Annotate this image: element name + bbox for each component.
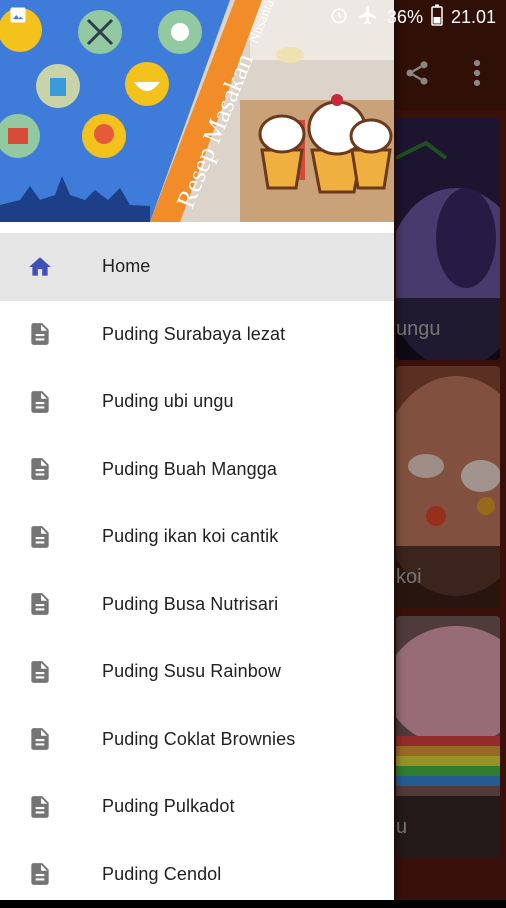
menu-item-label: Home xyxy=(102,256,150,277)
document-icon xyxy=(27,591,53,617)
document-icon xyxy=(27,794,53,820)
image-notification-icon xyxy=(8,5,28,30)
document-icon xyxy=(27,456,53,482)
menu-item-puding-ubi-ungu[interactable]: Puding ubi ungu xyxy=(0,368,394,436)
navigation-drawer: Resep Masakan Nusantara Home Puding Sura… xyxy=(0,0,394,900)
menu-item-puding-buah-mangga[interactable]: Puding Buah Mangga xyxy=(0,436,394,504)
menu-item-puding-pulkadot[interactable]: Puding Pulkadot xyxy=(0,773,394,841)
menu-item-puding-coklat-brownies[interactable]: Puding Coklat Brownies xyxy=(0,706,394,774)
battery-percentage: 36% xyxy=(387,7,423,28)
menu-item-home[interactable]: Home xyxy=(0,233,394,301)
document-icon xyxy=(27,524,53,550)
menu-item-puding-surabaya[interactable]: Puding Surabaya lezat xyxy=(0,301,394,369)
drawer-scrim[interactable] xyxy=(394,0,506,900)
menu-item-puding-susu-rainbow[interactable]: Puding Susu Rainbow xyxy=(0,638,394,706)
menu-item-label: Puding Coklat Brownies xyxy=(102,729,295,750)
menu-item-label: Puding Pulkadot xyxy=(102,796,235,817)
menu-item-puding-busa-nutrisari[interactable]: Puding Busa Nutrisari xyxy=(0,571,394,639)
document-icon xyxy=(27,861,53,887)
document-icon xyxy=(27,726,53,752)
menu-item-label: Puding ubi ungu xyxy=(102,391,234,412)
menu-item-label: Puding Buah Mangga xyxy=(102,459,277,480)
status-bar: 36% 21.01 xyxy=(0,0,506,34)
document-icon xyxy=(27,659,53,685)
menu-item-label: Puding Surabaya lezat xyxy=(102,324,285,345)
menu-item-puding-cendol[interactable]: Puding Cendol xyxy=(0,841,394,908)
menu-item-label: Puding Cendol xyxy=(102,864,221,885)
document-icon xyxy=(27,321,53,347)
menu-item-label: Puding ikan koi cantik xyxy=(102,526,278,547)
airplane-mode-icon xyxy=(357,4,379,31)
menu-item-label: Puding Busa Nutrisari xyxy=(102,594,278,615)
drawer-menu: Home Puding Surabaya lezat Puding ubi un… xyxy=(0,233,394,908)
alarm-icon xyxy=(329,5,349,30)
home-icon xyxy=(27,254,53,280)
document-icon xyxy=(27,389,53,415)
menu-item-puding-ikan-koi[interactable]: Puding ikan koi cantik xyxy=(0,503,394,571)
clock-time: 21.01 xyxy=(451,7,496,28)
menu-item-label: Puding Susu Rainbow xyxy=(102,661,281,682)
battery-icon xyxy=(431,4,443,31)
